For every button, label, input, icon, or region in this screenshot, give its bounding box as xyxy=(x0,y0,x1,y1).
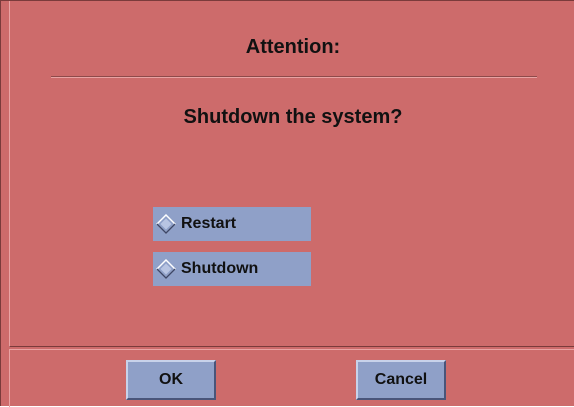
shutdown-dialog: Attention: Shutdown the system? Restart xyxy=(0,0,574,407)
cancel-button[interactable]: Cancel xyxy=(356,360,446,400)
dialog-content-panel: Attention: Shutdown the system? Restart xyxy=(9,1,574,347)
ok-button[interactable]: OK xyxy=(126,360,216,400)
diamond-radio-icon xyxy=(155,258,177,280)
diamond-radio-icon xyxy=(155,213,177,235)
dialog-question: Shutdown the system? xyxy=(183,106,403,128)
restart-label: Restart xyxy=(181,215,237,232)
dialog-button-bar: OK Cancel xyxy=(9,349,574,407)
shutdown-option[interactable]: Shutdown xyxy=(153,252,311,286)
shutdown-label: Shutdown xyxy=(181,260,259,277)
restart-option[interactable]: Restart xyxy=(153,207,311,241)
title-separator xyxy=(51,76,537,78)
dialog-title: Attention: xyxy=(245,36,341,58)
